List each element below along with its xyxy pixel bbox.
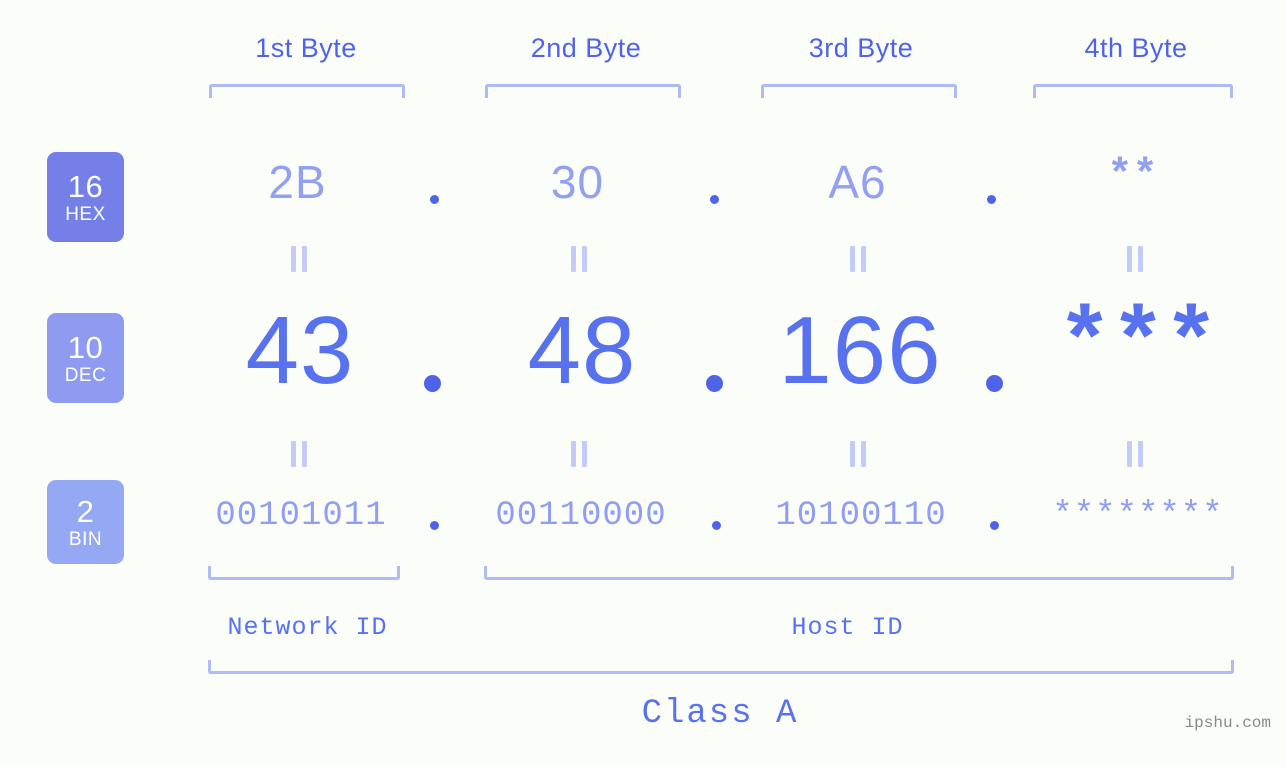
dec-byte-3: 166 (778, 297, 942, 404)
dec-separator-1 (424, 375, 441, 392)
bin-byte-3: 10100110 (775, 497, 947, 535)
equals-mark-dec-bin-2 (568, 441, 590, 467)
byte-header-3: 3rd Byte (808, 33, 914, 63)
hex-byte-1: 2B (268, 156, 327, 208)
base-badge-hex-abbr: HEX (65, 203, 106, 225)
class-bracket (208, 660, 1234, 674)
base-badge-bin: 2 BIN (47, 480, 124, 564)
bin-byte-1: 00101011 (215, 497, 387, 535)
dec-separator-2 (706, 375, 723, 392)
dec-byte-1: 43 (245, 297, 355, 404)
equals-mark-dec-bin-4 (1124, 441, 1146, 467)
bin-byte-4: ******** (1052, 497, 1224, 535)
hex-byte-2: 30 (550, 156, 605, 208)
bin-byte-2: 00110000 (495, 497, 667, 535)
hex-separator-3 (987, 195, 996, 204)
equals-mark-hex-dec-1 (288, 246, 310, 272)
base-badge-hex: 16 HEX (47, 152, 124, 242)
class-label: Class A (641, 695, 799, 733)
base-badge-bin-abbr: BIN (68, 528, 103, 550)
hex-separator-1 (430, 195, 439, 204)
site-watermark: ipshu.com (1184, 714, 1271, 732)
byte-bracket-3 (761, 84, 957, 98)
hex-byte-3: A6 (828, 156, 887, 208)
byte-bracket-4 (1033, 84, 1233, 98)
base-badge-dec-number: 10 (67, 329, 104, 365)
ip-breakdown-diagram: 1st Byte 2nd Byte 3rd Byte 4th Byte 16 H… (0, 0, 1285, 767)
bin-separator-2 (712, 521, 721, 530)
host-id-bracket (484, 566, 1234, 580)
byte-header-2: 2nd Byte (530, 33, 642, 63)
byte-bracket-1 (209, 84, 405, 98)
dec-byte-2: 48 (527, 297, 637, 404)
host-id-label: Host ID (791, 613, 904, 642)
network-id-bracket (208, 566, 400, 580)
network-id-label: Network ID (227, 613, 388, 642)
base-badge-dec-abbr: DEC (64, 364, 107, 386)
equals-mark-dec-bin-1 (288, 441, 310, 467)
byte-bracket-2 (485, 84, 681, 98)
hex-byte-4: ** (1107, 152, 1158, 200)
bin-separator-1 (430, 521, 439, 530)
equals-mark-hex-dec-4 (1124, 246, 1146, 272)
equals-mark-hex-dec-2 (568, 246, 590, 272)
byte-header-1: 1st Byte (255, 33, 357, 63)
byte-header-4: 4th Byte (1084, 33, 1188, 63)
dec-separator-3 (986, 375, 1003, 392)
equals-mark-dec-bin-3 (847, 441, 869, 467)
base-badge-hex-number: 16 (67, 168, 104, 204)
equals-mark-hex-dec-3 (847, 246, 869, 272)
base-badge-dec: 10 DEC (47, 313, 124, 403)
hex-separator-2 (710, 195, 719, 204)
bin-separator-3 (990, 521, 999, 530)
base-badge-bin-number: 2 (76, 493, 95, 529)
dec-byte-4: *** (1057, 293, 1219, 398)
